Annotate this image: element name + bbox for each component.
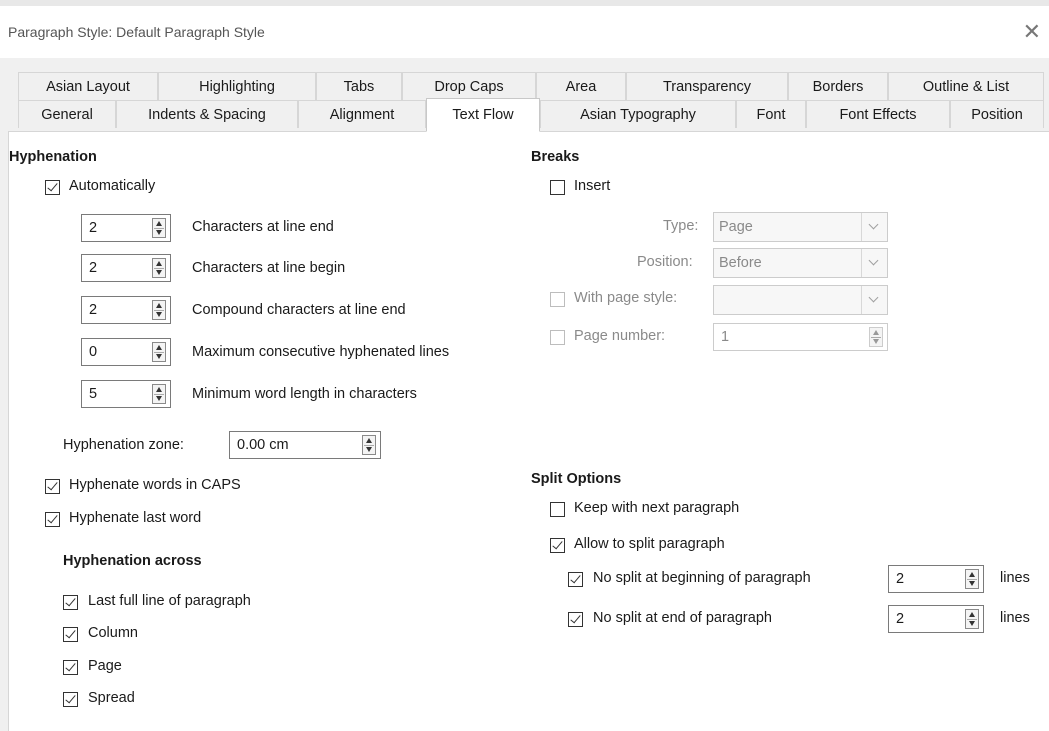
window-title: Paragraph Style: Default Paragraph Style — [8, 24, 265, 40]
title-bar: Paragraph Style: Default Paragraph Style… — [0, 0, 1049, 58]
tab-alignment[interactable]: Alignment — [298, 100, 426, 128]
type-label: Type: — [663, 218, 699, 234]
stepper-buttons[interactable] — [152, 300, 166, 320]
split-options-heading: Split Options — [531, 471, 622, 487]
keep-with-next-label: Keep with next paragraph — [574, 500, 740, 516]
no-split-end-label: No split at end of paragraph — [593, 610, 772, 626]
no-split-end-unit: lines — [1000, 610, 1030, 626]
tab-asian-layout[interactable]: Asian Layout — [18, 72, 158, 100]
tab-text-flow[interactable]: Text Flow — [426, 98, 540, 132]
stepper-buttons[interactable] — [965, 569, 979, 589]
no-split-begin-label: No split at beginning of paragraph — [593, 570, 811, 586]
insert-checkbox[interactable] — [550, 180, 565, 195]
with-page-style-checkbox[interactable] — [550, 292, 565, 307]
no-split-end-stepper[interactable]: 2 — [888, 605, 984, 633]
page-number-checkbox[interactable] — [550, 330, 565, 345]
breaks-heading: Breaks — [531, 149, 580, 165]
hyphenation-zone-label: Hyphenation zone: — [63, 437, 184, 453]
stepper-buttons[interactable] — [152, 384, 166, 404]
automatically-label: Automatically — [69, 178, 156, 194]
position-label: Position: — [637, 254, 693, 270]
close-icon[interactable]: ✕ — [1023, 19, 1041, 45]
type-value: Page — [719, 219, 753, 235]
hyphenate-caps-checkbox[interactable] — [45, 479, 60, 494]
keep-with-next-checkbox[interactable] — [550, 502, 565, 517]
max-consecutive-value: 0 — [89, 344, 98, 360]
page-number-stepper[interactable]: 1 — [713, 323, 888, 351]
tab-general[interactable]: General — [18, 100, 116, 128]
tab-highlighting[interactable]: Highlighting — [158, 72, 316, 100]
hyphenate-caps-label: Hyphenate words in CAPS — [69, 477, 241, 493]
tab-area[interactable]: Area — [536, 72, 626, 100]
page-checkbox[interactable] — [63, 660, 78, 675]
column-label: Column — [88, 625, 138, 641]
hyphenate-last-word-checkbox[interactable] — [45, 512, 60, 527]
position-value: Before — [719, 255, 762, 271]
compound-chars-stepper[interactable]: 2 — [81, 296, 171, 324]
page-style-select[interactable] — [713, 285, 888, 315]
hyphenation-across-heading: Hyphenation across — [63, 553, 202, 569]
tab-borders[interactable]: Borders — [788, 72, 888, 100]
allow-split-label: Allow to split paragraph — [574, 536, 725, 552]
tab-font[interactable]: Font — [736, 100, 806, 128]
chars-line-end-label: Characters at line end — [192, 219, 334, 235]
tab-indents-spacing[interactable]: Indents & Spacing — [116, 100, 298, 128]
stepper-buttons[interactable] — [965, 609, 979, 629]
page-label: Page — [88, 658, 122, 674]
automatically-checkbox[interactable] — [45, 180, 60, 195]
stepper-buttons[interactable] — [362, 435, 376, 455]
max-consecutive-stepper[interactable]: 0 — [81, 338, 171, 366]
chars-line-begin-label: Characters at line begin — [192, 260, 346, 276]
no-split-end-checkbox[interactable] — [568, 612, 583, 627]
no-split-begin-checkbox[interactable] — [568, 572, 583, 587]
hyphenation-zone-value: 0.00 cm — [237, 437, 289, 453]
top-edge — [0, 0, 1049, 6]
chars-line-begin-stepper[interactable]: 2 — [81, 254, 171, 282]
chevron-down-icon — [861, 286, 887, 314]
insert-label: Insert — [574, 178, 611, 194]
chars-line-end-value: 2 — [89, 220, 98, 236]
no-split-begin-value: 2 — [896, 571, 905, 587]
no-split-begin-unit: lines — [1000, 570, 1030, 586]
last-full-line-checkbox[interactable] — [63, 595, 78, 610]
hyphenation-heading: Hyphenation — [9, 149, 97, 165]
stepper-buttons[interactable] — [152, 218, 166, 238]
tab-font-effects[interactable]: Font Effects — [806, 100, 950, 128]
hyphenation-zone-stepper[interactable]: 0.00 cm — [229, 431, 381, 459]
chars-line-end-stepper[interactable]: 2 — [81, 214, 171, 242]
no-split-end-value: 2 — [896, 611, 905, 627]
chevron-down-icon — [861, 213, 887, 241]
page-number-label: Page number: — [574, 328, 666, 344]
spread-label: Spread — [88, 690, 135, 706]
allow-split-checkbox[interactable] — [550, 538, 565, 553]
tab-asian-typography[interactable]: Asian Typography — [540, 100, 736, 128]
chars-line-begin-value: 2 — [89, 260, 98, 276]
chevron-down-icon — [861, 249, 887, 277]
compound-chars-value: 2 — [89, 302, 98, 318]
tab-outline-list[interactable]: Outline & List — [888, 72, 1044, 100]
stepper-buttons[interactable] — [152, 342, 166, 362]
page-number-value: 1 — [721, 329, 730, 345]
tab-position[interactable]: Position — [950, 100, 1044, 128]
type-select[interactable]: Page — [713, 212, 888, 242]
tab-tabs[interactable]: Tabs — [316, 72, 402, 100]
tab-transparency[interactable]: Transparency — [626, 72, 788, 100]
compound-chars-label: Compound characters at line end — [192, 302, 406, 318]
min-word-length-label: Minimum word length in characters — [192, 386, 417, 402]
hyphenate-last-word-label: Hyphenate last word — [69, 510, 202, 526]
no-split-begin-stepper[interactable]: 2 — [888, 565, 984, 593]
min-word-length-value: 5 — [89, 386, 98, 402]
min-word-length-stepper[interactable]: 5 — [81, 380, 171, 408]
stepper-buttons[interactable] — [152, 258, 166, 278]
stepper-buttons[interactable] — [869, 327, 883, 347]
max-consecutive-label: Maximum consecutive hyphenated lines — [192, 344, 450, 360]
with-page-style-label: With page style: — [574, 290, 678, 306]
spread-checkbox[interactable] — [63, 692, 78, 707]
tab-drop-caps[interactable]: Drop Caps — [402, 72, 536, 100]
last-full-line-label: Last full line of paragraph — [88, 593, 251, 609]
column-checkbox[interactable] — [63, 627, 78, 642]
position-select[interactable]: Before — [713, 248, 888, 278]
